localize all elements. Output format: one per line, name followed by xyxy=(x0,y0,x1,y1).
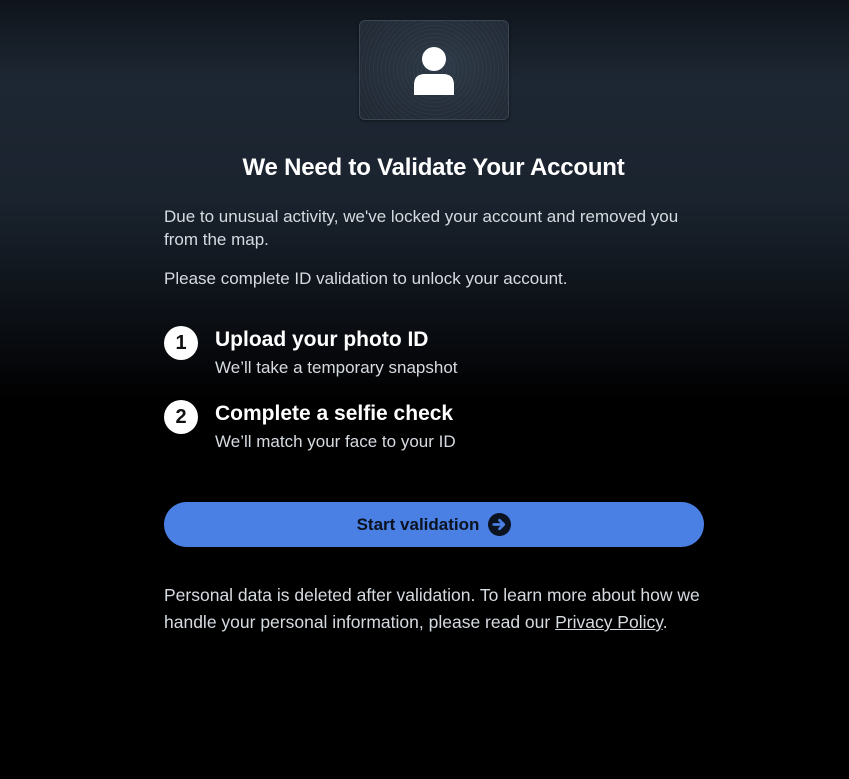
privacy-policy-link[interactable]: Privacy Policy xyxy=(555,612,663,632)
locked-account-message: Due to unusual activity, we've locked yo… xyxy=(164,207,679,249)
step-title: Upload your photo ID xyxy=(215,328,429,351)
start-validation-button[interactable]: Start validation xyxy=(164,502,704,547)
step-number-badge: 2 xyxy=(164,400,198,434)
user-icon xyxy=(414,47,454,95)
privacy-notice: Personal data is deleted after validatio… xyxy=(164,582,709,636)
page-title: We Need to Validate Your Account xyxy=(242,154,625,181)
step-subtitle: We’ll match your face to your ID xyxy=(215,432,456,451)
arrow-right-circle-icon xyxy=(488,513,512,536)
validation-instruction: Please complete ID validation to unlock … xyxy=(164,269,568,288)
step-subtitle: We’ll take a temporary snapshot xyxy=(215,358,458,377)
id-card-illustration xyxy=(359,20,509,120)
step-title: Complete a selfie check xyxy=(215,402,454,425)
start-validation-label: Start validation xyxy=(356,514,480,534)
step-number-badge: 1 xyxy=(164,326,198,360)
privacy-notice-end: . xyxy=(662,612,668,632)
